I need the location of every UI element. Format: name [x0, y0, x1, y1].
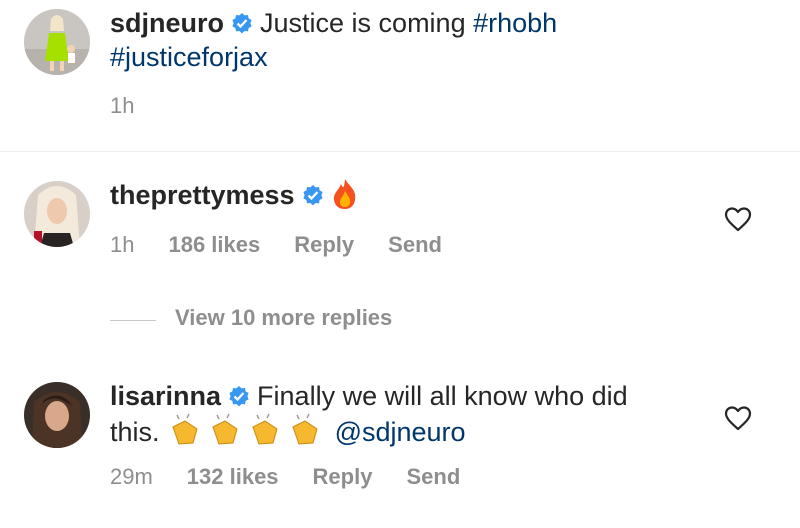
verified-badge-icon: [230, 11, 254, 35]
comment-2-send-button[interactable]: Send: [406, 464, 460, 489]
comment-2-username[interactable]: lisarinna: [110, 381, 221, 411]
avatar-theprettymess[interactable]: [24, 181, 90, 247]
comment-2-line-2: this. @sdjneuro: [110, 413, 466, 455]
comment-2-reply-button[interactable]: Reply: [313, 464, 373, 489]
comment-1-line: theprettymess: [110, 178, 359, 218]
comment-1-reply-button[interactable]: Reply: [294, 232, 354, 257]
hashtag-rhobh[interactable]: #rhobh: [473, 8, 557, 38]
post-username[interactable]: sdjneuro: [110, 8, 224, 38]
clapping-hands-emoji-icon: [167, 413, 327, 455]
avatar-sdjneuro[interactable]: [24, 9, 90, 75]
comment-1-send-button[interactable]: Send: [388, 232, 442, 257]
comment-2-time: 29m: [110, 464, 153, 489]
divider: [0, 151, 800, 152]
like-heart-icon[interactable]: [724, 206, 752, 232]
comment-1-time: 1h: [110, 232, 135, 257]
comment-2-text-cont: this.: [110, 417, 160, 447]
fire-emoji-icon: [331, 178, 359, 218]
comment-2-likes[interactable]: 132 likes: [187, 464, 279, 489]
comment-2-line-1: lisarinna Finally we will all know who di…: [110, 379, 628, 413]
comment-2-meta: 29m 132 likes Reply Send: [110, 464, 494, 490]
avatar-lisarinna[interactable]: [24, 382, 90, 448]
verified-badge-icon: [227, 384, 251, 408]
post-caption-line-1: sdjneuro Justice is coming #rhobh: [110, 6, 557, 40]
view-more-replies-button[interactable]: View 10 more replies: [175, 305, 392, 331]
comment-2-text: Finally we will all know who did: [257, 381, 628, 411]
verified-badge-icon: [301, 183, 325, 207]
comment-1-username[interactable]: theprettymess: [110, 180, 295, 210]
comment-1-meta: 1h 186 likes Reply Send: [110, 232, 476, 258]
replies-divider-line: [110, 320, 156, 321]
post-time: 1h: [110, 93, 168, 119]
like-heart-icon[interactable]: [724, 405, 752, 431]
comment-1-likes[interactable]: 186 likes: [168, 232, 260, 257]
post-caption-text: Justice is coming: [260, 8, 466, 38]
post-caption-line-2: #justiceforjax: [110, 40, 268, 74]
mention-sdjneuro[interactable]: @sdjneuro: [335, 417, 466, 447]
post-time-text: 1h: [110, 93, 135, 118]
hashtag-justiceforjax[interactable]: #justiceforjax: [110, 42, 268, 72]
